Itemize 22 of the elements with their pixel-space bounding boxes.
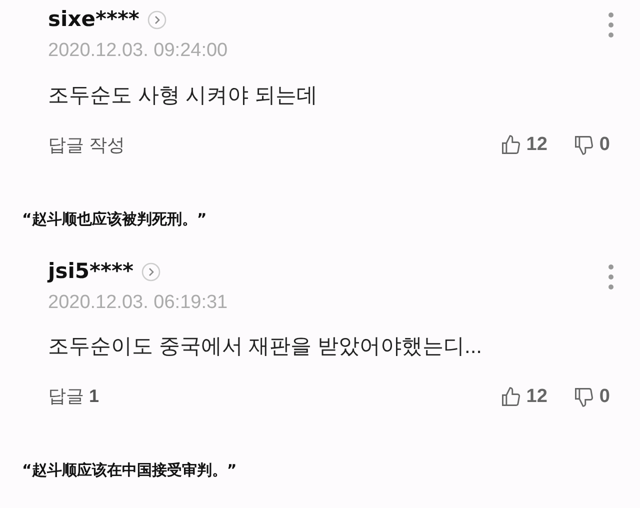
thumbs-down-icon — [573, 134, 596, 156]
thumbs-up-icon — [500, 386, 522, 408]
comment-text: 조두순도 사형 시켜야 되는데 — [48, 82, 318, 108]
dislike-count[interactable]: 0 — [599, 382, 610, 411]
translation-caption: “赵斗顺应该在中国接受审判。” — [22, 461, 237, 479]
translation-caption: “赵斗顺也应该被判死刑。” — [22, 210, 207, 228]
like-count[interactable]: 12 — [526, 382, 548, 411]
dislike-count[interactable]: 0 — [599, 131, 610, 160]
username[interactable]: sixe**** — [48, 4, 140, 36]
reply-link[interactable]: 답글 1 — [48, 383, 500, 410]
comment-date: 2020.12.03. 06:19:31 — [48, 290, 228, 314]
like-count[interactable]: 12 — [526, 131, 548, 160]
more-options-icon[interactable] — [608, 264, 614, 290]
comment-date: 2020.12.03. 09:24:00 — [48, 39, 228, 63]
thumbs-up-icon — [500, 134, 522, 156]
chevron-right-icon[interactable] — [147, 10, 168, 30]
reply-link[interactable]: 답글 작성 — [48, 132, 500, 159]
more-options-icon[interactable] — [608, 12, 614, 38]
username[interactable]: jsi5**** — [48, 256, 134, 288]
comment-text: 조두순이도 중국에서 재판을 받았어야했는디... — [48, 334, 482, 360]
chevron-right-icon[interactable] — [141, 262, 162, 282]
thumbs-down-icon — [573, 386, 596, 408]
